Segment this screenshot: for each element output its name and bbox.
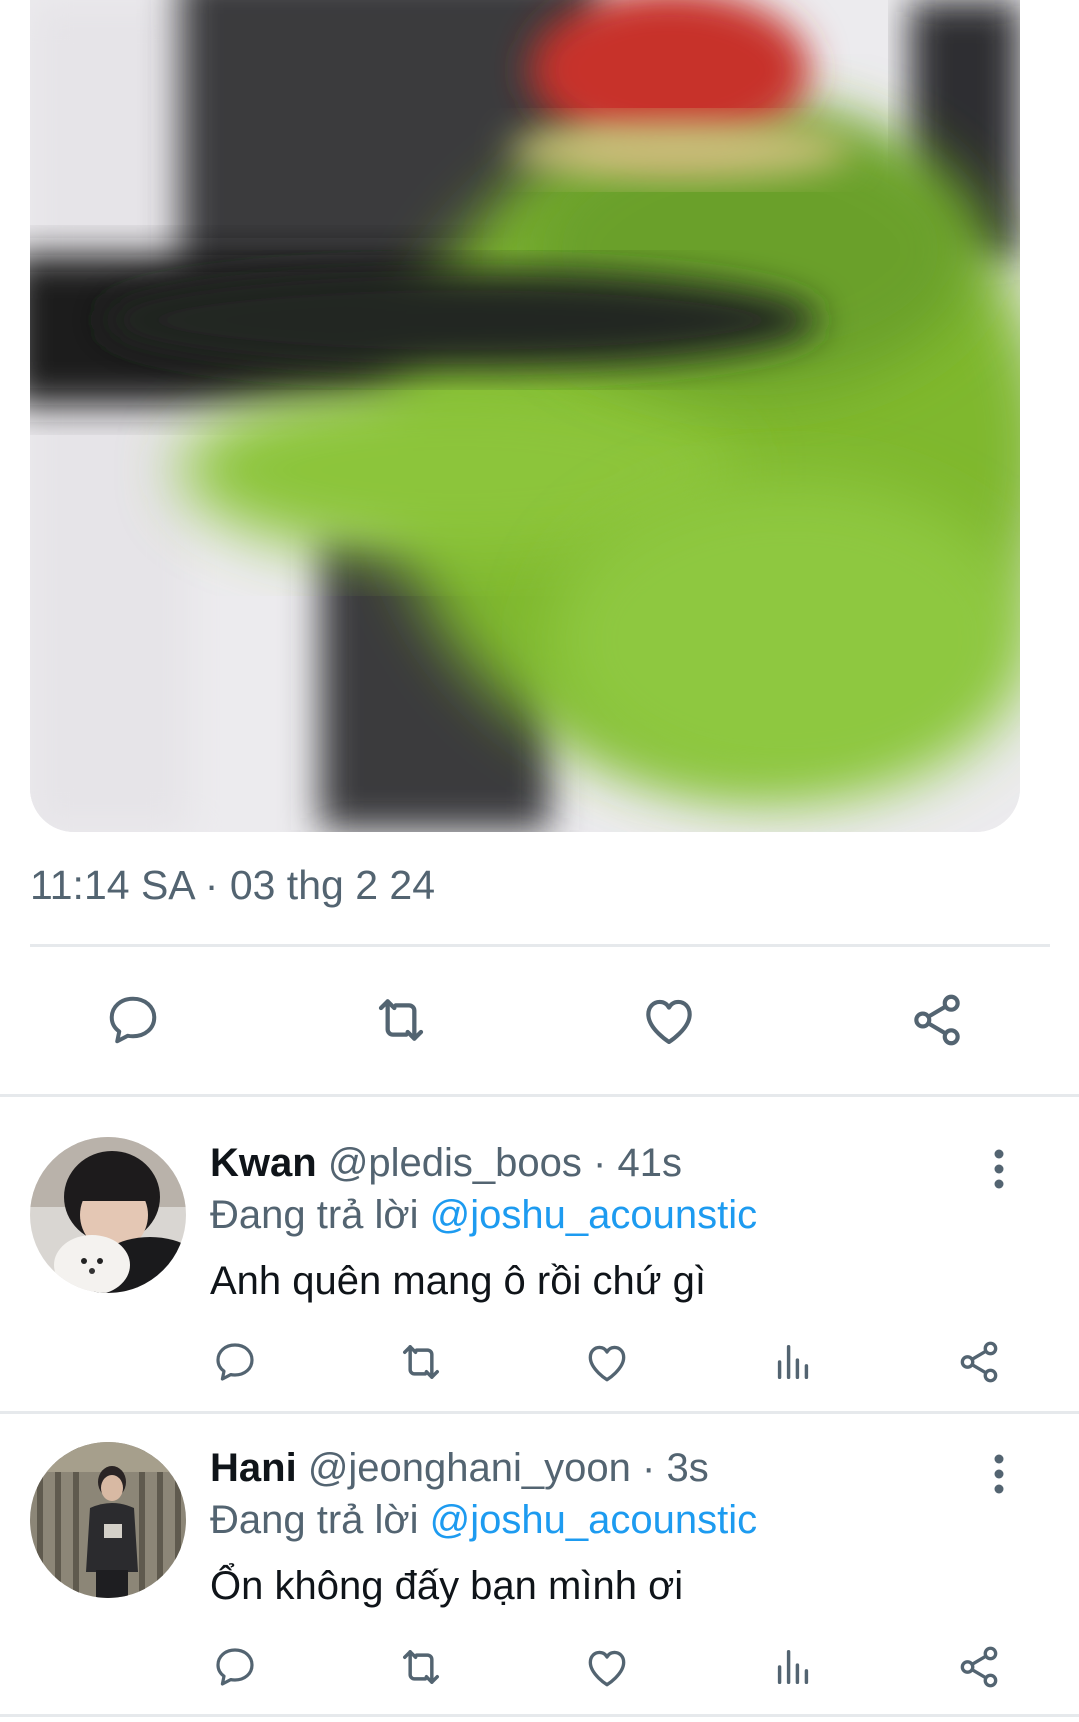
share-icon bbox=[960, 1341, 998, 1383]
kermit-blurred-image bbox=[30, 0, 1020, 832]
like-icon bbox=[588, 1345, 626, 1382]
retweet-icon bbox=[378, 999, 424, 1041]
retweet-icon bbox=[403, 1345, 439, 1379]
avatar[interactable] bbox=[30, 1137, 186, 1293]
user-handle[interactable]: @pledis_boos bbox=[328, 1141, 582, 1185]
avatar-image bbox=[30, 1442, 186, 1598]
separator-dot: · bbox=[642, 1446, 656, 1490]
like-button[interactable] bbox=[572, 1327, 642, 1397]
more-vertical-icon bbox=[994, 1454, 1004, 1494]
share-icon bbox=[960, 1646, 998, 1688]
like-icon bbox=[646, 999, 692, 1045]
tweet-detail-page: 11:14 SA · 03 thg 2 24 Kwan @pledis_boos… bbox=[0, 0, 1079, 1722]
reply-body-text: Anh quên mang ô rồi chứ gì bbox=[210, 1259, 706, 1303]
more-vertical-icon bbox=[994, 1149, 1004, 1189]
avatar[interactable] bbox=[30, 1442, 186, 1598]
more-options-button[interactable] bbox=[979, 1141, 1019, 1197]
reply-icon bbox=[216, 1648, 254, 1686]
like-icon bbox=[588, 1650, 626, 1687]
analytics-icon bbox=[777, 1344, 809, 1380]
share-button[interactable] bbox=[944, 1327, 1014, 1397]
like-button[interactable] bbox=[572, 1632, 642, 1702]
avatar-image bbox=[30, 1137, 186, 1293]
user-handle[interactable]: @jeonghani_yoon bbox=[308, 1446, 631, 1490]
reply-icon bbox=[109, 996, 157, 1044]
retweet-icon bbox=[403, 1650, 439, 1684]
more-options-button[interactable] bbox=[979, 1446, 1019, 1502]
replying-prefix: Đang trả lời bbox=[210, 1193, 419, 1237]
reply-button[interactable] bbox=[200, 1327, 270, 1397]
divider bbox=[0, 1714, 1079, 1717]
reply-header: Hani @jeonghani_yoon · 3s bbox=[210, 1444, 709, 1492]
analytics-button[interactable] bbox=[758, 1327, 828, 1397]
analytics-icon bbox=[777, 1649, 809, 1685]
like-button[interactable] bbox=[624, 975, 714, 1065]
replying-prefix: Đang trả lời bbox=[210, 1498, 419, 1542]
replying-to-line: Đang trả lời @joshu_acounstic bbox=[210, 1191, 757, 1239]
replying-to-line: Đang trả lời @joshu_acounstic bbox=[210, 1496, 757, 1544]
retweet-button[interactable] bbox=[386, 1327, 456, 1397]
tweet-action-bar bbox=[0, 975, 1079, 1065]
mention-link[interactable]: @joshu_acounstic bbox=[430, 1193, 757, 1237]
separator-dot: · bbox=[593, 1141, 607, 1185]
reply-time: 3s bbox=[666, 1446, 709, 1490]
reply-header: Kwan @pledis_boos · 41s bbox=[210, 1139, 682, 1187]
share-button[interactable] bbox=[892, 975, 982, 1065]
reply-time: 41s bbox=[617, 1141, 683, 1185]
analytics-button[interactable] bbox=[758, 1632, 828, 1702]
retweet-button[interactable] bbox=[356, 975, 446, 1065]
reply-body-text: Ổn không đấy bạn mình ơi bbox=[210, 1564, 684, 1608]
display-name[interactable]: Hani bbox=[210, 1446, 297, 1490]
display-name[interactable]: Kwan bbox=[210, 1141, 317, 1185]
reply-tweet[interactable]: Kwan @pledis_boos · 41s Đang trả lời @jo… bbox=[0, 1097, 1079, 1411]
mention-link[interactable]: @joshu_acounstic bbox=[430, 1498, 757, 1542]
divider bbox=[30, 944, 1050, 947]
share-icon bbox=[914, 994, 960, 1046]
reply-button[interactable] bbox=[200, 1632, 270, 1702]
share-button[interactable] bbox=[944, 1632, 1014, 1702]
tweet-timestamp: 11:14 SA · 03 thg 2 24 bbox=[30, 862, 435, 908]
retweet-button[interactable] bbox=[386, 1632, 456, 1702]
reply-tweet[interactable]: Hani @jeonghani_yoon · 3s Đang trả lời @… bbox=[0, 1400, 1079, 1722]
reply-icon bbox=[216, 1343, 254, 1381]
tweet-media-image[interactable] bbox=[30, 0, 1020, 832]
reply-button[interactable] bbox=[88, 975, 178, 1065]
